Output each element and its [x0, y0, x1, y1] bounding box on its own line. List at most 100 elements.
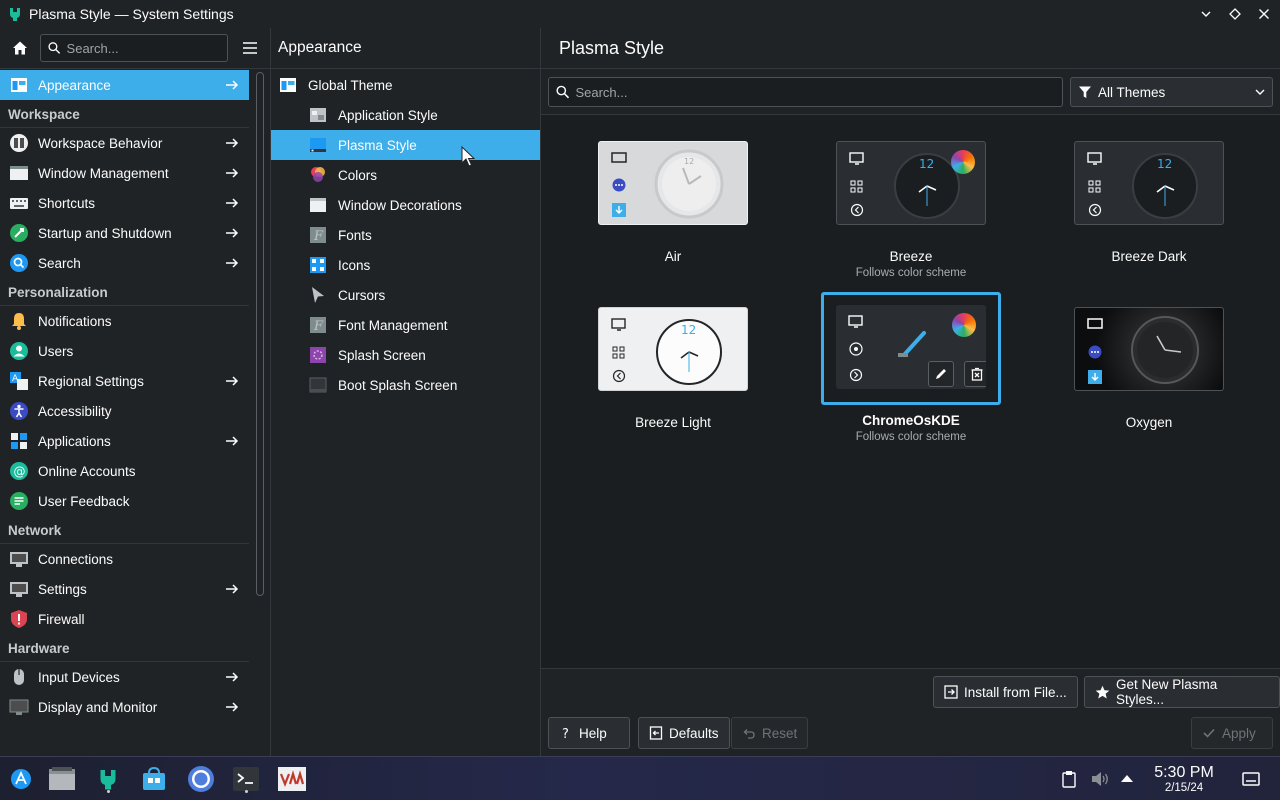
edit-theme-button[interactable]: [928, 361, 954, 387]
theme-card-air[interactable]: 12 Air: [583, 141, 763, 264]
svg-text:@: @: [14, 465, 26, 479]
sidebar-search[interactable]: [40, 34, 228, 62]
sidebar-item-shortcuts[interactable]: Shortcuts: [0, 188, 249, 218]
clock-time[interactable]: 5:30 PM: [1148, 764, 1220, 782]
sidebar-item-accessibility[interactable]: Accessibility: [0, 396, 249, 426]
item-cursors[interactable]: Cursors: [271, 280, 540, 310]
app-launcher-button[interactable]: [5, 763, 37, 795]
sidebar-item-connections[interactable]: Connections: [0, 544, 249, 574]
theme-search[interactable]: [548, 77, 1063, 107]
sidebar-scrollbar[interactable]: [256, 72, 264, 596]
defaults-button[interactable]: Defaults: [638, 717, 730, 749]
terminal-button[interactable]: [230, 763, 262, 795]
volume-muted-icon[interactable]: [1090, 770, 1110, 788]
panel-icons: [611, 318, 626, 383]
clock-icon: 12: [656, 319, 722, 385]
item-colors[interactable]: Colors: [271, 160, 540, 190]
svg-text:F: F: [313, 229, 324, 244]
file-manager-button[interactable]: [46, 763, 78, 795]
theme-card-oxygen[interactable]: Oxygen: [1059, 307, 1239, 430]
sidebar-item-online-accounts[interactable]: @ Online Accounts: [0, 456, 249, 486]
button-label: Get New Plasma Styles...: [1116, 677, 1218, 707]
theme-filter-dropdown[interactable]: All Themes: [1070, 77, 1273, 107]
sidebar-item-network-settings[interactable]: Settings: [0, 574, 249, 604]
minimize-button[interactable]: [1193, 0, 1219, 28]
theme-name: ChromeOsKDE: [862, 413, 960, 428]
item-label: Application Style: [338, 107, 438, 123]
item-splash-screen[interactable]: Splash Screen: [271, 340, 540, 370]
sidebar-item-firewall[interactable]: Firewall: [0, 604, 249, 634]
sidebar-item-user-feedback[interactable]: User Feedback: [0, 486, 249, 516]
button-label: Reset: [762, 725, 798, 741]
sidebar-list: Appearance Workspace Workspace Behavior …: [0, 70, 249, 722]
clock-date[interactable]: 2/15/24: [1148, 782, 1220, 794]
sidebar-item-regional-settings[interactable]: A Regional Settings: [0, 366, 249, 396]
system-settings-button[interactable]: [92, 763, 124, 795]
sidebar-item-input-devices[interactable]: Input Devices: [0, 662, 249, 692]
item-label: Font Management: [338, 317, 448, 333]
sidebar-item-startup-shutdown[interactable]: Startup and Shutdown: [0, 218, 249, 248]
sidebar-item-display-monitor[interactable]: Display and Monitor: [0, 692, 249, 722]
section-workspace: Workspace: [0, 100, 249, 128]
svg-text:F: F: [313, 319, 324, 334]
theme-preview: [836, 305, 986, 389]
network-settings-icon: [8, 578, 30, 600]
theme-card-breeze[interactable]: 12 Breeze Follows color scheme: [821, 141, 1001, 279]
monitor-icon: [8, 696, 30, 718]
home-button[interactable]: [8, 36, 32, 60]
item-label: Splash Screen: [338, 347, 426, 363]
theme-card-chromeoskde[interactable]: ChromeOsKDE Follows color scheme: [821, 292, 1001, 443]
theme-card-breeze-dark[interactable]: 12 Breeze Dark: [1059, 141, 1239, 264]
sidebar-item-applications[interactable]: Applications: [0, 426, 249, 456]
item-icons[interactable]: Icons: [271, 250, 540, 280]
close-button[interactable]: [1251, 0, 1277, 28]
theme-card-breeze-light[interactable]: 12 Breeze Light: [583, 307, 763, 430]
get-new-plasma-styles-button[interactable]: Get New Plasma Styles...: [1084, 676, 1280, 708]
help-button[interactable]: ? Help: [548, 717, 630, 749]
sidebar-item-notifications[interactable]: Notifications: [0, 306, 249, 336]
button-label: Install from File...: [964, 684, 1067, 700]
color-wheel-icon: [952, 313, 976, 337]
panel-icons: [1087, 318, 1103, 384]
reset-button[interactable]: Reset: [731, 717, 809, 749]
item-window-decorations[interactable]: Window Decorations: [271, 190, 540, 220]
item-fonts[interactable]: F Fonts: [271, 220, 540, 250]
maximize-button[interactable]: [1222, 0, 1248, 28]
show-desktop-icon[interactable]: [1242, 771, 1260, 787]
item-label: Fonts: [338, 227, 372, 243]
clipboard-icon[interactable]: [1061, 770, 1077, 788]
running-indicator: [245, 790, 248, 793]
theme-search-input[interactable]: [575, 84, 1062, 100]
install-from-file-button[interactable]: Install from File...: [933, 676, 1078, 708]
virtual-machine-button[interactable]: [276, 763, 308, 795]
sidebar-item-appearance[interactable]: Appearance: [0, 70, 249, 100]
sidebar-search-input[interactable]: [66, 40, 227, 56]
browser-button[interactable]: [185, 763, 217, 795]
svg-text:12: 12: [919, 157, 934, 171]
appearance-header: Appearance: [271, 28, 540, 69]
close-icon: [1259, 9, 1269, 19]
sidebar-item-window-management[interactable]: Window Management: [0, 158, 249, 188]
item-global-theme[interactable]: Global Theme: [271, 70, 540, 100]
sidebar-item-search[interactable]: Search: [0, 248, 249, 278]
star-icon: [1095, 685, 1110, 700]
item-application-style[interactable]: Application Style: [271, 100, 540, 130]
workspace-behavior-icon: [8, 132, 30, 154]
theme-name: Air: [664, 249, 682, 264]
icons-icon: [308, 255, 328, 275]
theme-preview: 12: [598, 141, 748, 225]
sidebar-item-users[interactable]: Users: [0, 336, 249, 366]
system-settings-icon: [10, 8, 20, 21]
mouse-icon: [8, 666, 30, 688]
delete-theme-button[interactable]: [964, 361, 986, 387]
sidebar-item-label: User Feedback: [38, 493, 130, 509]
virtual-machine-icon: [278, 767, 306, 791]
hamburger-menu-button[interactable]: [238, 36, 262, 60]
chevron-up-icon[interactable]: [1120, 772, 1134, 784]
item-font-management[interactable]: F Font Management: [271, 310, 540, 340]
discover-button[interactable]: [138, 763, 170, 795]
apply-button[interactable]: Apply: [1191, 717, 1273, 749]
item-plasma-style[interactable]: Plasma Style: [271, 130, 540, 160]
item-boot-splash-screen[interactable]: Boot Splash Screen: [271, 370, 540, 400]
sidebar-item-workspace-behavior[interactable]: Workspace Behavior: [0, 128, 249, 158]
